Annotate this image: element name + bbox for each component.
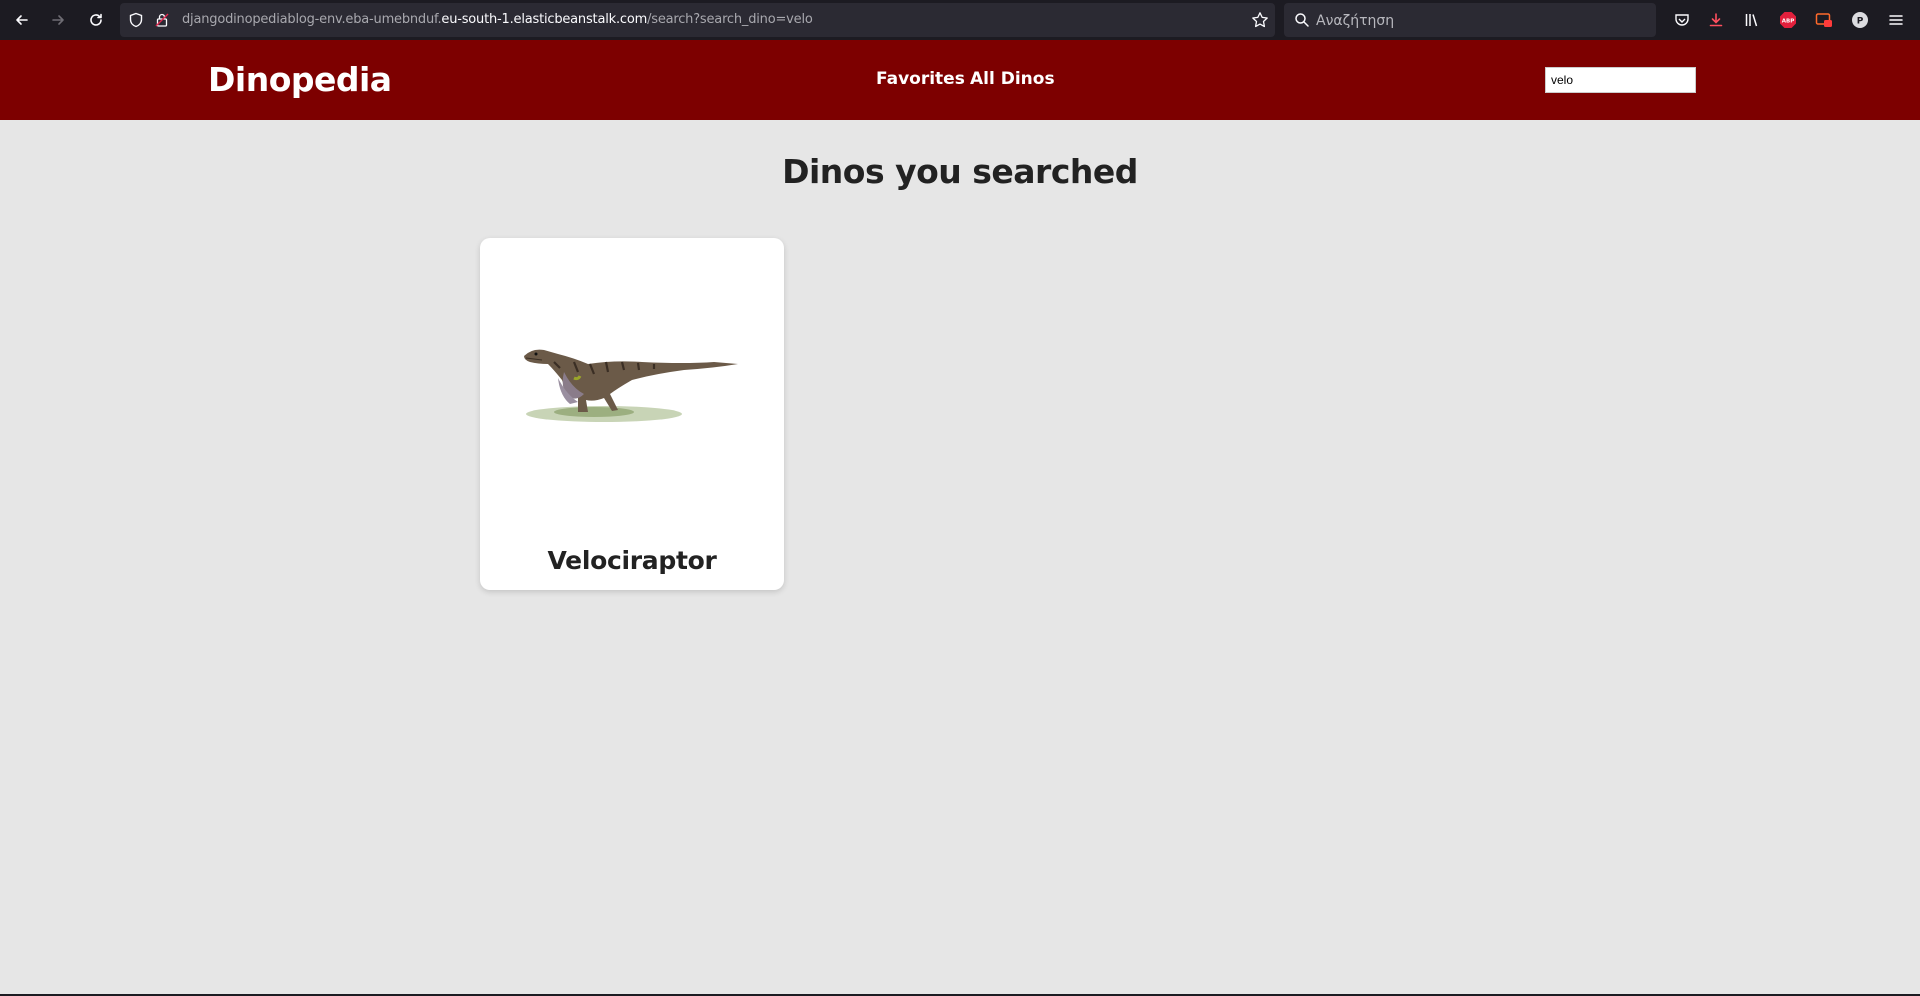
reload-button[interactable] (78, 0, 114, 40)
menu-button[interactable] (1886, 10, 1906, 30)
address-bar[interactable]: djangodinopediablog-env.eba-umebnduf.eu-… (120, 3, 1275, 37)
screen-record-icon (1815, 13, 1832, 27)
nav-favorites[interactable]: Favorites (876, 69, 965, 89)
brand-logo-link[interactable]: Dinopedia (208, 60, 392, 99)
adblock-button[interactable]: ABP (1778, 10, 1798, 30)
hamburger-menu-icon (1889, 15, 1903, 25)
dino-name[interactable]: Velociraptor (480, 546, 784, 575)
search-icon (1295, 13, 1309, 27)
profile-avatar-icon: P (1852, 12, 1868, 28)
browser-search-placeholder: Αναζήτηση (1316, 13, 1395, 29)
adblock-icon: ABP (1780, 12, 1796, 28)
url-text: djangodinopediablog-env.eba-umebnduf.eu-… (182, 12, 813, 27)
browser-search-field[interactable]: Αναζήτηση (1284, 3, 1656, 37)
insecure-lock-icon[interactable] (154, 12, 170, 28)
page-title: Dinos you searched (782, 152, 1138, 191)
back-button[interactable] (4, 0, 40, 40)
adblock-label: ABP (1782, 19, 1794, 25)
download-icon (1709, 13, 1723, 27)
bookmark-star-icon[interactable] (1251, 11, 1269, 29)
url-host: eu-south-1.elasticbeanstalk.com (441, 12, 648, 27)
dino-search-input[interactable] (1545, 67, 1696, 93)
arrow-left-icon (16, 15, 28, 25)
forward-button[interactable] (40, 0, 76, 40)
profile-initial: P (1857, 17, 1864, 27)
library-button[interactable] (1742, 10, 1762, 30)
extension-button[interactable] (1814, 10, 1834, 30)
library-icon (1745, 14, 1758, 27)
profile-button[interactable]: P (1850, 10, 1870, 30)
url-prefix: djangodinopediablog-env.eba-umebnduf. (182, 12, 442, 27)
browser-toolbar: djangodinopediablog-env.eba-umebnduf.eu-… (0, 0, 1920, 40)
reload-icon (90, 13, 102, 26)
pocket-button[interactable] (1672, 10, 1692, 30)
shield-icon[interactable] (128, 12, 144, 28)
site-header: Dinopedia Favorites All Dinos (0, 40, 1920, 120)
downloads-button[interactable] (1706, 10, 1726, 30)
dino-result-card[interactable]: Velociraptor (480, 238, 784, 590)
nav-all-dinos[interactable]: All Dinos (970, 69, 1055, 89)
velociraptor-image[interactable] (514, 318, 750, 438)
arrow-right-icon (52, 15, 64, 25)
url-path: /search?search_dino=velo (647, 12, 813, 27)
pocket-icon (1675, 14, 1689, 26)
